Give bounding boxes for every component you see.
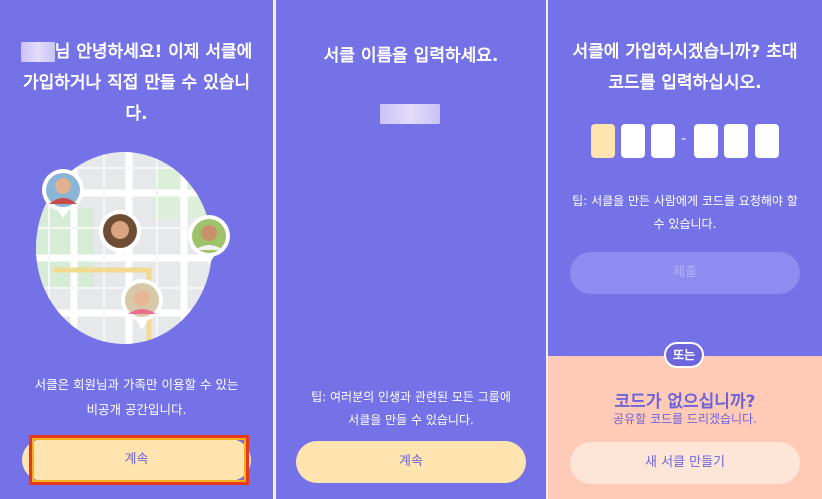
no-code-title: 코드가 없으십니까? [614, 392, 756, 412]
welcome-heading-line2: 가입하거나 직접 만들 수 있습니 [23, 73, 250, 93]
code-digit-3[interactable] [651, 124, 675, 158]
circle-name-panel: 서클 이름을 입력하세요. 팁: 여러분의 인생과 관련된 모든 그룹에 서클을… [276, 0, 546, 499]
blurred-username [20, 42, 55, 62]
welcome-panel: 님 안녕하세요! 이제 서클에 가입하거나 직접 만들 수 있습니 다. 서클은… [0, 0, 273, 499]
avatar-pin-2 [99, 210, 141, 261]
code-digit-1[interactable] [591, 124, 615, 158]
join-circle-heading-line2: 코드를 입력하십시오. [608, 73, 762, 93]
continue-button-circle-name[interactable]: 계속 [296, 441, 526, 483]
blurred-circle-name [380, 103, 440, 124]
avatar-pin-4 [121, 279, 163, 330]
code-separator: - [681, 131, 687, 147]
join-circle-tip-line2: 수 있습니다. [653, 217, 717, 231]
or-badge: 또는 [664, 342, 704, 368]
code-digit-2[interactable] [621, 124, 645, 158]
join-circle-tip: 팁: 서클을 만든 사람에게 코드를 요청해야 할 수 있습니다. [548, 190, 822, 236]
submit-button[interactable]: 제출 [570, 252, 800, 294]
welcome-description: 서클은 회원님과 가족만 이용할 수 있는 비공개 공간입니다. [0, 372, 273, 422]
create-circle-button[interactable]: 새 서클 만들기 [570, 442, 800, 484]
code-digit-6[interactable] [755, 124, 779, 158]
code-digit-4[interactable] [694, 124, 718, 158]
welcome-description-line1: 서클은 회원님과 가족만 이용할 수 있는 [34, 377, 239, 392]
circle-name-heading: 서클 이름을 입력하세요. [323, 46, 499, 66]
welcome-description-line2: 비공개 공간입니다. [86, 402, 187, 417]
welcome-heading-line3: 다. [125, 104, 148, 124]
avatar-pin-1 [42, 169, 84, 218]
no-code-subtitle: 공유할 코드를 드리겠습니다. [613, 412, 757, 426]
circle-name-tip-line2: 서클을 만들 수 있습니다. [348, 413, 474, 427]
focus-highlight [29, 435, 249, 485]
circle-name-tip-line1: 팁: 여러분의 인생과 관련된 모든 그룹에 [311, 390, 511, 404]
join-circle-heading: 서클에 가입하시겠습니까? 초대 코드를 입력하십시오. [548, 37, 822, 99]
circle-name-input[interactable] [380, 103, 440, 124]
avatar-pin-3 [188, 215, 230, 264]
circle-name-tip: 팁: 여러분의 인생과 관련된 모든 그룹에 서클을 만들 수 있습니다. [276, 386, 546, 432]
join-circle-panel: 서클에 가입하시겠습니까? 초대 코드를 입력하십시오. - 팁: 서클을 만든… [548, 0, 822, 499]
join-circle-tip-line1: 팁: 서클을 만든 사람에게 코드를 요청해야 할 [572, 194, 798, 208]
join-circle-heading-line1: 서클에 가입하시겠습니까? 초대 [572, 42, 798, 62]
code-digit-5[interactable] [724, 124, 748, 158]
welcome-heading: 님 안녕하세요! 이제 서클에 가입하거나 직접 만들 수 있습니 다. [0, 37, 273, 130]
welcome-heading-line1: 님 안녕하세요! 이제 서클에 [54, 42, 253, 62]
